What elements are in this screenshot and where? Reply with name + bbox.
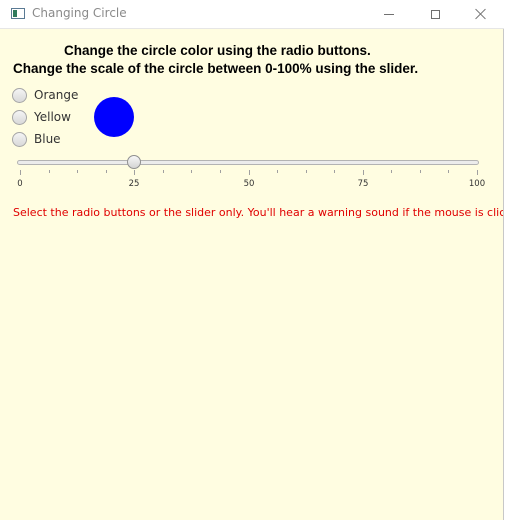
slider-minor-tick: [163, 170, 164, 173]
slider-tick-label: 0: [17, 179, 23, 189]
slider-minor-tick: [220, 170, 221, 173]
slider-major-tick: [477, 170, 478, 175]
slider-major-tick: [20, 170, 21, 175]
title-bar[interactable]: Changing Circle: [0, 0, 504, 29]
radio-yellow[interactable]: Yellow: [12, 108, 71, 126]
slider-minor-tick: [77, 170, 78, 173]
radio-label-blue[interactable]: Blue: [34, 132, 61, 146]
scale-slider-thumb[interactable]: [127, 155, 142, 169]
slider-minor-tick: [391, 170, 392, 173]
slider-minor-tick: [420, 170, 421, 173]
slider-minor-tick: [191, 170, 192, 173]
scale-slider-track[interactable]: [17, 160, 479, 165]
slider-minor-tick: [106, 170, 107, 173]
slider-minor-tick: [448, 170, 449, 173]
warning-message: Select the radio buttons or the slider o…: [13, 206, 503, 219]
slider-minor-tick: [277, 170, 278, 173]
colored-circle: [94, 97, 134, 137]
slider-minor-tick: [306, 170, 307, 173]
radio-orange[interactable]: Orange: [12, 86, 78, 104]
window-title: Changing Circle: [32, 6, 127, 20]
slider-major-tick: [249, 170, 250, 175]
maximize-icon: [430, 9, 440, 19]
radio-blue[interactable]: Blue: [12, 130, 61, 148]
radio-circle-icon[interactable]: [12, 109, 27, 125]
instruction-color: Change the circle color using the radio …: [64, 43, 371, 58]
slider-tick-label: 75: [357, 179, 369, 189]
slider-minor-tick: [334, 170, 335, 173]
close-button[interactable]: [458, 0, 504, 28]
radio-circle-icon[interactable]: [12, 131, 27, 147]
radio-label-orange[interactable]: Orange: [34, 88, 78, 102]
minimize-button[interactable]: [366, 0, 412, 28]
slider-minor-tick: [49, 170, 50, 173]
instruction-scale: Change the scale of the circle between 0…: [13, 61, 419, 76]
close-icon: [475, 8, 487, 20]
app-window: Changing Circle Change the circle color …: [0, 0, 504, 520]
slider-tick-label: 100: [468, 179, 486, 189]
slider-major-tick: [363, 170, 364, 175]
slider-tick-label: 50: [243, 179, 255, 189]
slider-tick-label: 25: [128, 179, 140, 189]
radio-label-yellow[interactable]: Yellow: [34, 110, 71, 124]
window-app-icon: [11, 8, 25, 19]
slider-major-tick: [134, 170, 135, 175]
radio-circle-icon[interactable]: [12, 87, 27, 103]
maximize-button[interactable]: [412, 0, 458, 28]
minimize-icon: [384, 13, 394, 15]
